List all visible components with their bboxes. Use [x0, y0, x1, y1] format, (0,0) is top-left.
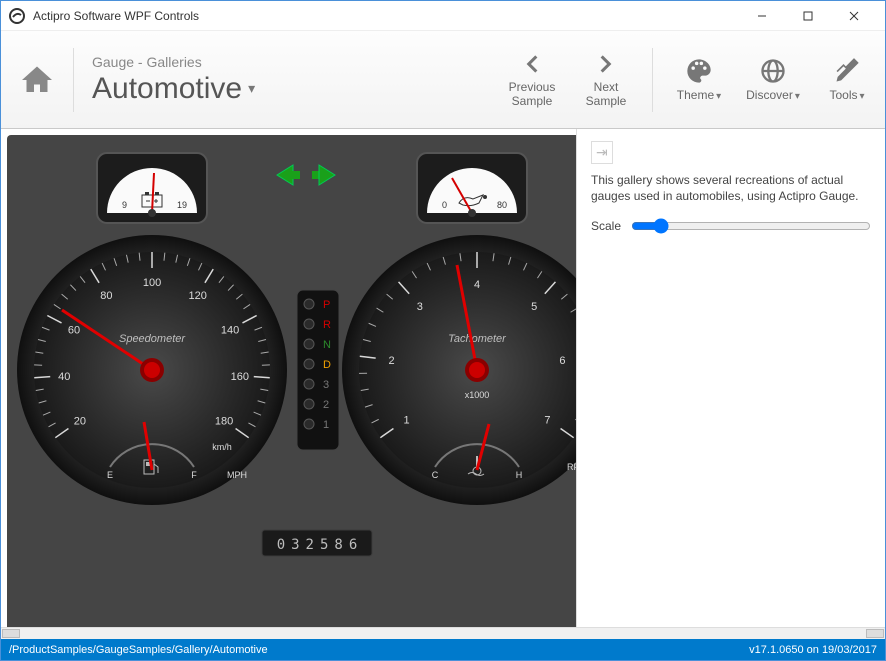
- speedometer-gauge: 20 40 60 80 100 120 140 160 180 Speedometer km/h…: [17, 235, 287, 505]
- expand-right-icon[interactable]: ⇥: [591, 141, 613, 164]
- speedometer-label: Speedometer: [119, 333, 186, 345]
- battery-gauge: 9 19: [97, 153, 207, 223]
- titlebar: Actipro Software WPF Controls: [1, 1, 885, 31]
- svg-text:40: 40: [58, 371, 70, 383]
- previous-sample-button[interactable]: Previous Sample: [504, 48, 560, 112]
- svg-text:2: 2: [323, 399, 329, 411]
- svg-text:160: 160: [231, 371, 249, 383]
- svg-text:7: 7: [544, 414, 550, 426]
- svg-text:80: 80: [100, 290, 112, 302]
- info-panel: ⇥ This gallery shows several recreations…: [577, 129, 885, 627]
- svg-text:180: 180: [215, 415, 233, 427]
- toolbar: Gauge - Galleries Automotive ▾ Previous …: [1, 31, 885, 129]
- minimize-button[interactable]: [739, 2, 785, 30]
- breadcrumb: Gauge - Galleries: [92, 54, 504, 70]
- window-title: Actipro Software WPF Controls: [33, 9, 739, 23]
- svg-text:4: 4: [474, 279, 480, 291]
- automotive-dashboard: 9 19 0 80 20406080100120140160180: [7, 135, 577, 627]
- discover-label: Discover▾: [746, 89, 800, 103]
- tachometer-unit: x1000: [465, 390, 490, 400]
- svg-text:1: 1: [323, 419, 329, 431]
- temp-hot: H: [516, 470, 523, 480]
- chevron-right-icon: [593, 51, 619, 77]
- svg-text:140: 140: [221, 324, 239, 336]
- oil-min: 0: [442, 200, 447, 210]
- svg-text:120: 120: [188, 290, 206, 302]
- svg-text:R: R: [323, 319, 331, 331]
- scale-slider[interactable]: [631, 218, 871, 234]
- svg-text:D: D: [323, 359, 331, 371]
- palette-icon: [685, 57, 713, 85]
- svg-text:3: 3: [323, 379, 329, 391]
- svg-text:2: 2: [389, 355, 395, 367]
- battery-max: 19: [177, 200, 187, 210]
- statusbar: /ProductSamples/GaugeSamples/Gallery/Aut…: [1, 639, 885, 660]
- tools-label: Tools▾: [829, 89, 864, 103]
- status-path: /ProductSamples/GaugeSamples/Gallery/Aut…: [9, 644, 749, 656]
- page-title-text: Automotive: [92, 72, 242, 106]
- home-icon[interactable]: [19, 62, 55, 98]
- svg-text:5: 5: [531, 301, 537, 313]
- speedometer-kmh: km/h: [212, 442, 232, 452]
- theme-button[interactable]: Theme▾: [671, 48, 727, 112]
- rpm-label: RPM: [567, 462, 577, 472]
- oil-max: 80: [497, 200, 507, 210]
- page-title-dropdown[interactable]: Automotive ▾: [92, 72, 504, 106]
- maximize-button[interactable]: [785, 2, 831, 30]
- svg-text:1: 1: [403, 414, 409, 426]
- battery-min: 9: [122, 200, 127, 210]
- tachometer-label: Tachometer: [448, 333, 507, 345]
- svg-text:100: 100: [143, 277, 161, 289]
- next-sample-label: Next Sample: [586, 81, 627, 109]
- temp-cold: C: [432, 470, 439, 480]
- next-sample-button[interactable]: Next Sample: [578, 48, 634, 112]
- svg-text:6: 6: [559, 355, 565, 367]
- chevron-left-icon: [519, 51, 545, 77]
- svg-text:20: 20: [74, 415, 86, 427]
- gear-indicator: PRND 3 2 1: [297, 290, 339, 450]
- app-icon: [9, 8, 25, 24]
- theme-label: Theme▾: [677, 89, 721, 103]
- discover-button[interactable]: Discover▾: [745, 48, 801, 112]
- odometer: 032586: [262, 530, 372, 556]
- fuel-empty: E: [107, 470, 113, 480]
- oil-gauge: 0 80: [417, 153, 527, 223]
- svg-text:P: P: [323, 299, 330, 311]
- scale-label: Scale: [591, 219, 621, 233]
- sample-viewport: 9 19 0 80 20406080100120140160180: [1, 129, 577, 627]
- chevron-down-icon: ▾: [248, 80, 255, 97]
- status-version: v17.1.0650 on 19/03/2017: [749, 644, 877, 656]
- previous-sample-label: Previous Sample: [509, 81, 556, 109]
- gallery-description: This gallery shows several recreations o…: [591, 172, 871, 204]
- speedometer-mph: MPH: [227, 470, 247, 480]
- fuel-full: F: [191, 470, 197, 480]
- toolbar-divider: [73, 48, 74, 112]
- horizontal-scrollbar[interactable]: [1, 627, 885, 639]
- svg-text:3: 3: [417, 301, 423, 313]
- toolbar-divider: [652, 48, 653, 112]
- tools-icon: [833, 57, 861, 85]
- svg-text:N: N: [323, 339, 331, 351]
- odometer-value: 032586: [277, 537, 364, 553]
- globe-icon: [759, 57, 787, 85]
- tools-button[interactable]: Tools▾: [819, 48, 875, 112]
- close-button[interactable]: [831, 2, 877, 30]
- svg-text:60: 60: [68, 324, 80, 336]
